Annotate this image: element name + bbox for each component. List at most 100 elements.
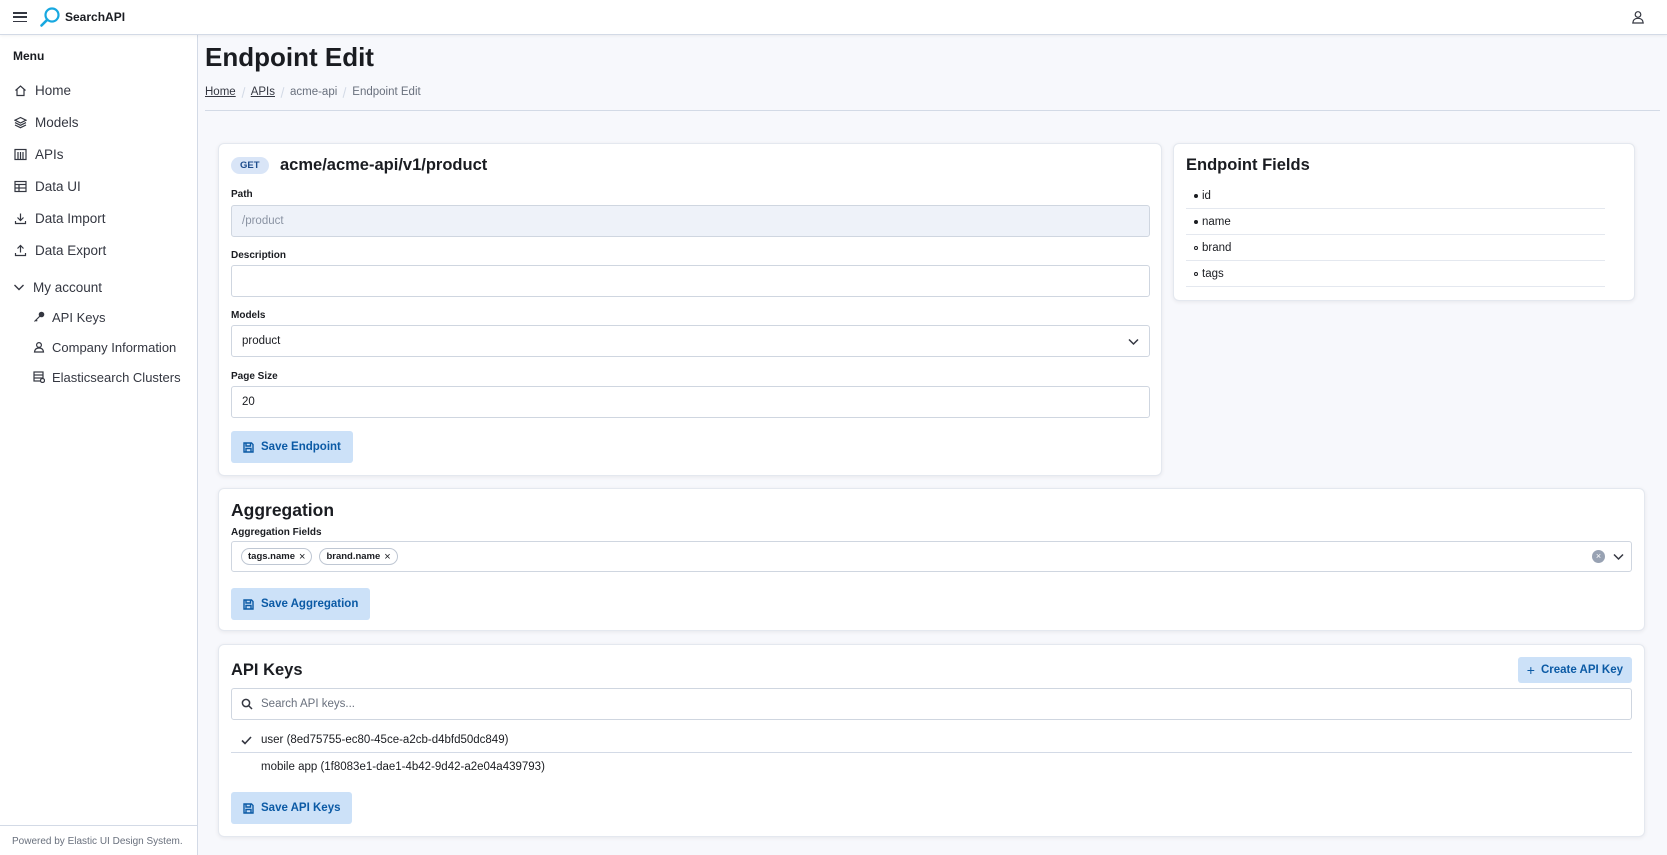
search-icon: [241, 698, 253, 710]
aggregation-chip: tags.name ×: [241, 548, 313, 565]
save-api-keys-button[interactable]: Save API Keys: [231, 792, 353, 824]
sidebar-item-data-export[interactable]: Data Export: [0, 234, 198, 266]
chevron-down-icon: [1128, 338, 1139, 346]
api-key-label: user (8ed75755-ec80-45ce-a2cb-d4bfd50dc8…: [261, 734, 509, 746]
save-icon: [243, 598, 254, 610]
breadcrumb: Home APIs acme-api Endpoint Edit: [205, 86, 421, 98]
sidebar-group-label: My account: [33, 279, 103, 295]
aggregation-fields-label: Aggregation Fields: [231, 527, 322, 538]
title-divider: [205, 110, 1660, 111]
sidebar-item-label: Data Import: [35, 210, 106, 226]
api-key-option[interactable]: mobile app (1f8083e1-dae1-4b42-9d42-a2e0…: [231, 754, 1632, 779]
save-api-keys-label: Save API Keys: [261, 802, 341, 814]
api-key-option[interactable]: user (8ed75755-ec80-45ce-a2cb-d4bfd50dc8…: [231, 728, 1632, 753]
sidebar-item-label: Company Information: [52, 339, 177, 355]
search-logo-icon: [40, 7, 60, 27]
search-input[interactable]: [261, 698, 1561, 710]
breadcrumb-separator: [342, 86, 347, 98]
sidebar-item-elasticsearch-clusters[interactable]: Elasticsearch Clusters: [0, 362, 198, 392]
sidebar-item-data-ui[interactable]: Data UI: [0, 170, 198, 202]
sidebar: Menu Home Models APIs Data UI Data Impor…: [0, 35, 198, 855]
endpoint-title: acme/acme-api/v1/product: [280, 156, 488, 174]
page-size-label: Page Size: [231, 371, 278, 382]
aggregation-fields-combobox[interactable]: tags.name × brand.name × ×: [231, 541, 1632, 572]
models-select[interactable]: product: [231, 325, 1150, 357]
aggregation-panel: Aggregation Aggregation Fields tags.name…: [218, 488, 1645, 631]
sidebar-item-models[interactable]: Models: [0, 106, 198, 138]
sidebar-item-apis[interactable]: APIs: [0, 138, 198, 170]
breadcrumb-home[interactable]: Home: [205, 86, 236, 98]
endpoint-panel: GET acme/acme-api/v1/product Path /produ…: [218, 143, 1162, 476]
sidebar-item-label: Data UI: [35, 178, 81, 194]
chip-remove-icon[interactable]: ×: [384, 551, 390, 563]
bullet-icon: [1194, 193, 1198, 198]
table-icon: [14, 180, 27, 192]
chip-label: tags.name: [248, 551, 295, 562]
clear-icon[interactable]: ×: [1592, 550, 1605, 563]
save-aggregation-label: Save Aggregation: [261, 598, 359, 610]
save-icon: [243, 441, 254, 453]
sidebar-item-label: API Keys: [52, 309, 106, 325]
create-api-key-button[interactable]: + Create API Key: [1517, 657, 1632, 683]
sidebar-item-label: Home: [35, 82, 72, 98]
method-badge: GET: [231, 157, 269, 174]
create-api-key-label: Create API Key: [1540, 664, 1623, 676]
page-title: Endpoint Edit: [205, 42, 374, 72]
list-item: brand: [1186, 235, 1605, 261]
app-logo[interactable]: SearchAPI: [39, 6, 125, 28]
api-key-search[interactable]: [231, 688, 1632, 720]
chevron-down-icon: [14, 284, 24, 291]
field-name: brand: [1202, 241, 1232, 254]
sidebar-nav: Home Models APIs Data UI Data Import Dat…: [0, 74, 198, 392]
endpoint-fields-title: Endpoint Fields: [1186, 156, 1310, 174]
save-endpoint-label: Save Endpoint: [261, 441, 341, 453]
field-name: name: [1202, 215, 1231, 228]
cluster-icon: [33, 371, 45, 383]
description-field[interactable]: [231, 265, 1150, 297]
sidebar-item-company-information[interactable]: Company Information: [0, 332, 198, 362]
sidebar-item-label: Data Export: [35, 242, 107, 258]
aggregation-chip: brand.name ×: [319, 548, 398, 565]
path-field[interactable]: /product: [231, 205, 1150, 237]
header-bar: SearchAPI: [0, 0, 1667, 35]
field-name: id: [1202, 189, 1211, 202]
menu-toggle-icon[interactable]: [13, 12, 27, 22]
breadcrumb-separator: [280, 86, 285, 98]
page-size-field[interactable]: 20: [231, 386, 1150, 418]
api-key-label: mobile app (1f8083e1-dae1-4b42-9d42-a2e0…: [261, 760, 545, 773]
chip-label: brand.name: [326, 551, 381, 562]
breadcrumb-current: Endpoint Edit: [352, 86, 421, 98]
save-aggregation-button[interactable]: Save Aggregation: [231, 588, 371, 620]
apis-icon: [14, 148, 27, 160]
bullet-icon: [1194, 219, 1198, 224]
breadcrumb-api: acme-api: [289, 86, 338, 98]
list-item: name: [1186, 209, 1605, 235]
sidebar-item-label: Models: [35, 114, 79, 130]
breadcrumb-apis[interactable]: APIs: [251, 86, 275, 98]
list-item: id: [1186, 183, 1605, 209]
layers-icon: [14, 116, 27, 128]
sidebar-item-label: APIs: [35, 146, 64, 162]
description-label: Description: [231, 250, 287, 261]
check-icon: [241, 736, 252, 745]
menu-title: Menu: [13, 49, 45, 63]
sidebar-group-my-account[interactable]: My account: [0, 272, 198, 302]
sidebar-item-data-import[interactable]: Data Import: [0, 202, 198, 234]
plus-icon: +: [1526, 662, 1535, 678]
endpoint-fields-list: id name brand tags: [1186, 183, 1605, 287]
download-icon: [14, 213, 27, 224]
upload-icon: [14, 244, 27, 256]
chevron-down-icon[interactable]: [1613, 551, 1624, 562]
home-icon: [15, 84, 26, 96]
chip-remove-icon[interactable]: ×: [299, 551, 305, 563]
list-item: tags: [1186, 261, 1605, 287]
user-menu-icon[interactable]: [1631, 10, 1645, 24]
bullet-icon: [1194, 245, 1198, 250]
api-keys-panel: API Keys + Create API Key user (8ed75755…: [218, 644, 1645, 837]
save-endpoint-button[interactable]: Save Endpoint: [231, 431, 353, 463]
sidebar-item-api-keys[interactable]: API Keys: [0, 302, 198, 332]
user-icon: [33, 341, 45, 353]
aggregation-title: Aggregation: [231, 500, 335, 520]
sidebar-item-home[interactable]: Home: [0, 74, 198, 106]
breadcrumb-separator: [241, 86, 246, 98]
